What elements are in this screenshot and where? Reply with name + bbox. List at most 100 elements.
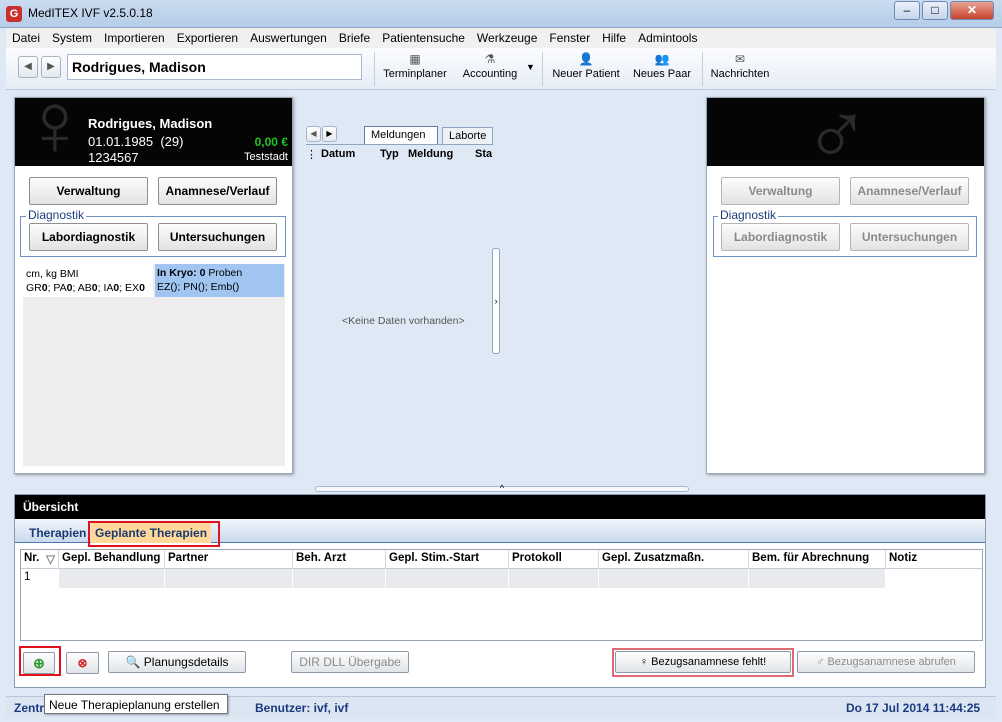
table-cell[interactable] (165, 569, 293, 588)
col-meldung[interactable]: Meldung (408, 148, 453, 160)
neues-paar-button[interactable]: 👥 Neues Paar (630, 50, 694, 88)
tab-scroll-right-button[interactable]: ▶ (322, 126, 337, 142)
menu-fenster[interactable]: Fenster (543, 28, 596, 48)
male-anamnese-verlauf-button[interactable]: Anamnese/Verlauf (850, 177, 969, 205)
empty-message: <Keine Daten vorhanden> (342, 315, 465, 327)
male-diagnostik-label: Diagnostik (718, 208, 779, 222)
app-icon: G (6, 6, 22, 22)
horizontal-splitter-handle[interactable]: ^ (315, 484, 689, 493)
flask-icon: ⚗ (484, 52, 496, 66)
minimize-button[interactable]: – (894, 1, 920, 20)
patient-search-input[interactable]: Rodrigues, Madison (67, 54, 362, 80)
menu-system[interactable]: System (46, 28, 98, 48)
highlight-bezugsanamnese (612, 648, 794, 677)
accounting-button[interactable]: ⚗ Accounting (456, 50, 524, 88)
col-nr-label: Nr. (24, 552, 40, 564)
planned-therapies-table: Nr. ▽ Gepl. Behandlung Partner Beh. Arzt … (20, 549, 983, 641)
col-notiz[interactable]: Notiz (886, 550, 982, 568)
terminplaner-button[interactable]: ▦ Terminplaner (380, 50, 450, 88)
menu-exportieren[interactable]: Exportieren (171, 28, 244, 48)
male-verwaltung-button[interactable]: Verwaltung (721, 177, 840, 205)
menu-hilfe[interactable]: Hilfe (596, 28, 632, 48)
close-button[interactable]: ✕ (950, 1, 994, 20)
neuer-patient-label: Neuer Patient (552, 68, 620, 80)
tab-laborte[interactable]: Laborte (442, 127, 493, 145)
back-button[interactable]: ◀ (18, 56, 38, 78)
col-beh-arzt[interactable]: Beh. Arzt (293, 550, 386, 568)
menu-patientensuche[interactable]: Patientensuche (376, 28, 471, 48)
col-bem-abrechnung[interactable]: Bem. für Abrechnung (749, 550, 886, 568)
accounting-dropdown-icon[interactable]: ▼ (526, 62, 535, 72)
table-cell[interactable] (599, 569, 749, 588)
menu-briefe[interactable]: Briefe (333, 28, 376, 48)
planungsdetails-button[interactable]: 🔍 Planungsdetails (108, 651, 246, 673)
uebersicht-panel: Übersicht Therapien Geplante Therapien N… (14, 494, 986, 688)
neuer-patient-button[interactable]: 👤 Neuer Patient (550, 50, 622, 88)
untersuchungen-button[interactable]: Untersuchungen (158, 223, 277, 251)
toolbar: ◀ ▶ Rodrigues, Madison ▦ Terminplaner ⚗ Ac… (6, 48, 996, 90)
title-bar[interactable]: G MedITEX IVF v2.5.0.18 – □ ✕ (0, 0, 1002, 28)
kryo-suffix: Proben (208, 267, 243, 279)
nachrichten-button[interactable]: ✉ Nachrichten (706, 50, 774, 88)
menu-auswertungen[interactable]: Auswertungen (244, 28, 333, 48)
accounting-label: Accounting (462, 68, 518, 80)
bezug-fetch-label: Bezugsanamnese abrufen (827, 656, 956, 668)
obstetric-history-line: GR0; PA0; AB0; IA0; EX0 (26, 281, 150, 295)
tab-therapien[interactable]: Therapien (25, 523, 90, 543)
menu-importieren[interactable]: Importieren (98, 28, 171, 48)
male-patient-panel: ♂ Verwaltung Anamnese/Verlauf Diagnostik… (706, 97, 985, 474)
delete-plan-button[interactable]: ⊗ (66, 652, 99, 674)
table-cell[interactable] (509, 569, 599, 588)
col-gepl-behandlung[interactable]: Gepl. Behandlung (59, 550, 165, 568)
table-cell[interactable] (886, 569, 982, 588)
forward-button[interactable]: ▶ (41, 56, 61, 78)
planungsdetails-label: Planungsdetails (143, 655, 229, 669)
kryo-line: In Kryo: 0 Proben (157, 266, 282, 280)
anamnese-verlauf-button[interactable]: Anamnese/Verlauf (158, 177, 277, 205)
female-panel-header: ♀ Rodrigues, Madison 01.01.1985 (29) 123… (15, 98, 292, 166)
kryo-info-box[interactable]: In Kryo: 0 Proben EZ(); PN(); Emb() (155, 264, 284, 297)
menu-admintools[interactable]: Admintools (632, 28, 703, 48)
table-cell[interactable] (59, 569, 165, 588)
expand-splitter-handle[interactable]: › (492, 248, 500, 354)
col-status[interactable]: Sta (475, 148, 492, 160)
menu-datei[interactable]: Datei (6, 28, 46, 48)
diagnostik-label: Diagnostik (26, 208, 87, 222)
status-user: Benutzer: ivf, ivf (255, 701, 349, 715)
table-cell[interactable] (293, 569, 386, 588)
labordiagnostik-button[interactable]: Labordiagnostik (29, 223, 148, 251)
delete-icon: ⊗ (77, 656, 88, 670)
toolbar-separator (702, 52, 703, 86)
envelope-icon: ✉ (734, 52, 746, 66)
col-nr[interactable]: Nr. ▽ (21, 550, 59, 568)
window-title: MedITEX IVF v2.5.0.18 (28, 6, 153, 20)
table-cell-nr[interactable]: 1 (21, 569, 59, 588)
maximize-button[interactable]: □ (922, 1, 948, 20)
verwaltung-button[interactable]: Verwaltung (29, 177, 148, 205)
col-partner[interactable]: Partner (165, 550, 293, 568)
columns-chooser-icon[interactable]: ⋮ (306, 148, 317, 161)
table-cell[interactable] (386, 569, 509, 588)
table-cell[interactable] (749, 569, 886, 588)
tab-scroll-left-button[interactable]: ◀ (306, 126, 321, 142)
menu-werkzeuge[interactable]: Werkzeuge (471, 28, 543, 48)
col-datum[interactable]: Datum (321, 148, 355, 160)
bezugsanamnese-abrufen-button[interactable]: ♂ Bezugsanamnese abrufen (797, 651, 975, 673)
body-metrics-box: cm, kg BMI GR0; PA0; AB0; IA0; EX0 (23, 264, 153, 297)
col-typ[interactable]: Typ (380, 148, 399, 160)
kryo-count: 0 (199, 267, 206, 279)
col-gepl-stim-start[interactable]: Gepl. Stim.-Start (386, 550, 509, 568)
male-labordiagnostik-button[interactable]: Labordiagnostik (721, 223, 840, 251)
col-gepl-zusatzmassn[interactable]: Gepl. Zusatzmaßn. (599, 550, 749, 568)
highlight-geplante-therapien (88, 521, 220, 547)
female-symbol-icon: ♀ (21, 98, 89, 166)
city-value: Teststadt (243, 151, 288, 163)
tab-meldungen[interactable]: Meldungen (364, 126, 438, 144)
sort-desc-icon[interactable]: ▽ (46, 552, 55, 566)
col-protokoll[interactable]: Protokoll (509, 550, 599, 568)
patient-id: 1234567 (88, 150, 139, 165)
status-zentrum: Zentr (14, 701, 44, 715)
dir-dll-uebergabe-button[interactable]: DIR DLL Übergabe (291, 651, 409, 673)
toolbar-separator (542, 52, 543, 86)
male-untersuchungen-button[interactable]: Untersuchungen (850, 223, 969, 251)
